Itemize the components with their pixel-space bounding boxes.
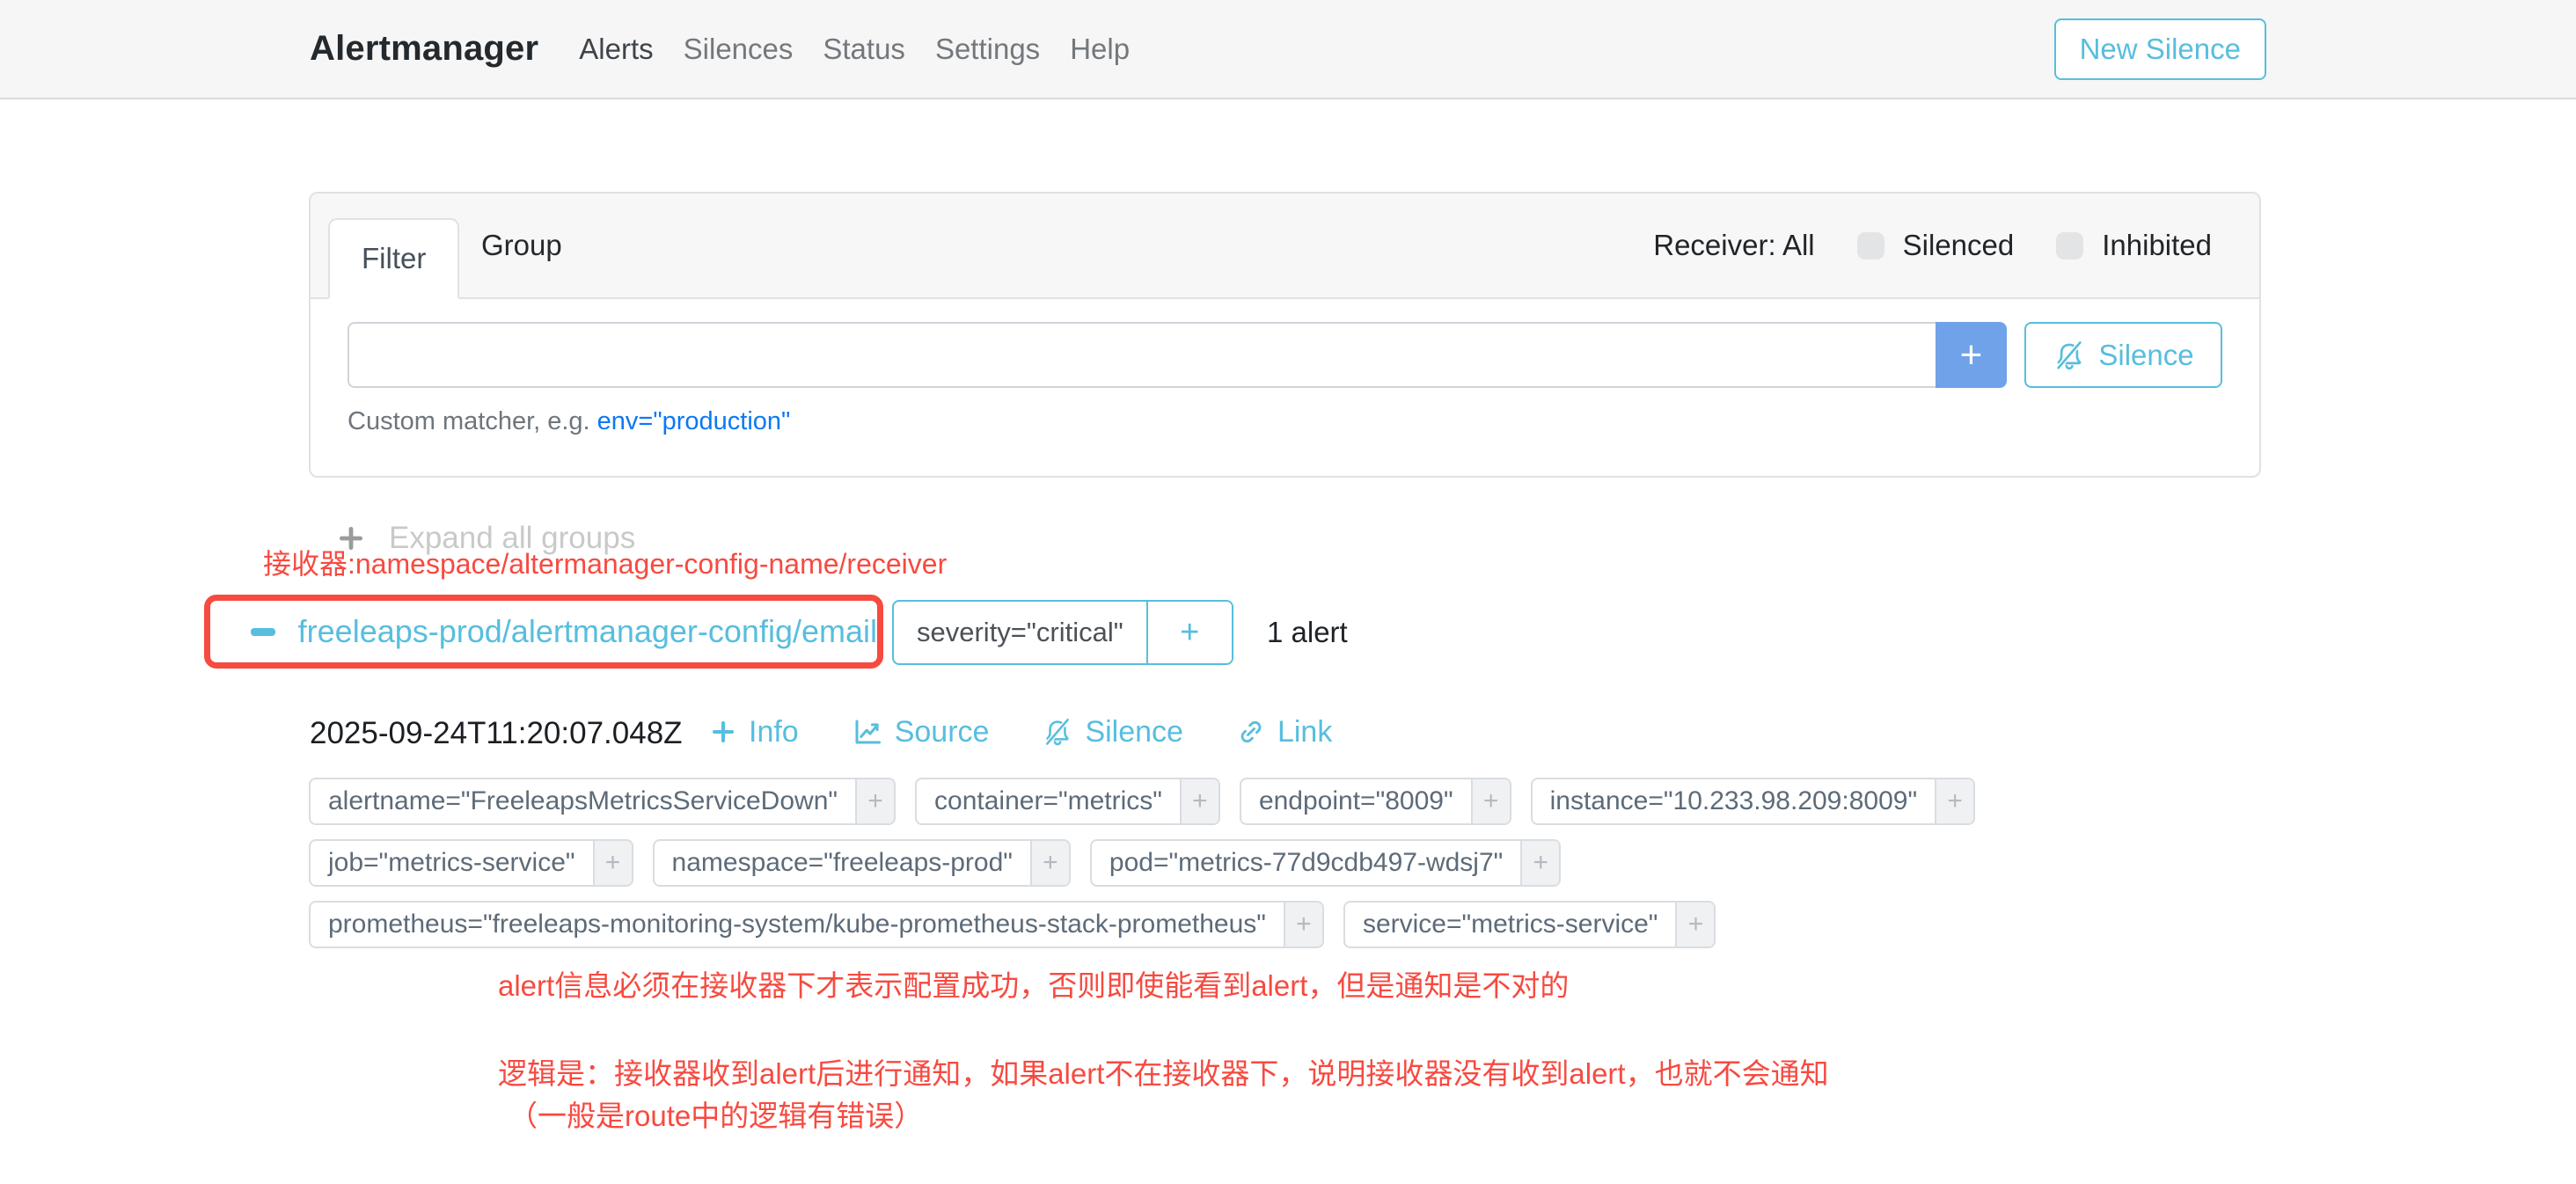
nav-item-settings[interactable]: Settings [935, 33, 1040, 66]
add-matcher-button[interactable]: + [1936, 322, 2007, 388]
filter-header-controls: Receiver: All Silenced Inhibited [1653, 194, 2212, 297]
matcher-input[interactable] [348, 322, 1936, 388]
silence-filter-label: Silence [2098, 339, 2193, 372]
alert-link-label: Link [1277, 715, 1332, 749]
inhibited-checkbox-group[interactable]: Inhibited [2056, 229, 2212, 262]
alert-silence-link[interactable]: Silence [1042, 715, 1183, 749]
alert-label: pod="metrics-77d9cdb497-wdsj7" + [1090, 839, 1561, 887]
alert-label: service="metrics-service" + [1343, 901, 1716, 948]
nav-item-status[interactable]: Status [823, 33, 905, 66]
annotation-alert-note: alert信息必须在接收器下才表示配置成功，否则即使能看到alert，但是通知是… [498, 962, 1569, 1005]
alert-label: job="metrics-service" + [309, 839, 633, 887]
silenced-checkbox[interactable] [1857, 232, 1884, 259]
alert-label: endpoint="8009" + [1240, 778, 1511, 825]
alert-source-label: Source [895, 715, 990, 749]
alert-info-label: Info [749, 715, 799, 749]
add-label-filter-button[interactable]: + [855, 779, 894, 823]
alert-timestamp: 2025-09-24T11:20:07.048Z [310, 716, 683, 751]
alert-label: namespace="freeleaps-prod" + [653, 839, 1071, 887]
receiver-filter-dropdown[interactable]: Receiver: All [1653, 229, 1814, 262]
nav-menu: Alerts Silences Status Settings Help [579, 33, 1130, 66]
plus-icon [709, 718, 737, 746]
alert-label-text: service="metrics-service" [1345, 903, 1676, 946]
silenced-checkbox-group[interactable]: Silenced [1857, 229, 2015, 262]
nav-item-silences[interactable]: Silences [684, 33, 794, 66]
add-label-filter-button[interactable]: + [1180, 779, 1218, 823]
alert-label-text: instance="10.233.98.209:8009" [1533, 779, 1935, 823]
filter-panel-header: Filter Group Receiver: All Silenced Inhi… [311, 194, 2259, 299]
alert-link-link[interactable]: Link [1236, 715, 1332, 749]
alert-silence-label: Silence [1085, 715, 1183, 749]
inhibited-checkbox[interactable] [2056, 232, 2083, 259]
annotation-logic-note: 逻辑是：接收器收到alert后进行通知，如果alert不在接收器下，说明接收器没… [498, 1050, 1829, 1093]
alertmanager-page: Alertmanager Alerts Silences Status Sett… [0, 0, 2576, 1184]
add-label-filter-button[interactable]: + [593, 841, 632, 885]
alert-label-text: namespace="freeleaps-prod" [655, 841, 1030, 885]
alert-label-text: prometheus="freeleaps-monitoring-system/… [311, 903, 1284, 946]
chain-link-icon [1236, 717, 1266, 747]
add-label-filter-button[interactable]: + [1471, 779, 1510, 823]
alert-label-text: endpoint="8009" [1241, 779, 1471, 823]
alert-label-list: alertname="FreeleapsMetricsServiceDown" … [309, 778, 2261, 948]
new-silence-button[interactable]: New Silence [2054, 18, 2266, 80]
matcher-hint: Custom matcher, e.g.env="production" [348, 407, 2222, 436]
nav-item-alerts[interactable]: Alerts [579, 33, 653, 66]
alert-label-text: pod="metrics-77d9cdb497-wdsj7" [1092, 841, 1520, 885]
add-label-filter-button[interactable]: + [1030, 841, 1069, 885]
add-label-filter-button[interactable]: + [1284, 903, 1322, 946]
alert-label-text: container="metrics" [917, 779, 1180, 823]
alert-label-text: job="metrics-service" [311, 841, 593, 885]
app-brand[interactable]: Alertmanager [310, 29, 538, 69]
add-label-filter-button[interactable]: + [1520, 841, 1559, 885]
filter-panel-body: + Silence Custom matcher, e.g.env="produ… [311, 299, 2259, 436]
chart-line-icon [852, 716, 883, 748]
tab-group[interactable]: Group [481, 194, 562, 297]
alert-label: container="metrics" + [915, 778, 1220, 825]
bell-slash-icon [1042, 716, 1073, 748]
filter-panel: Filter Group Receiver: All Silenced Inhi… [309, 192, 2261, 478]
matcher-input-group: + Silence [348, 322, 2222, 388]
alert-label: alertname="FreeleapsMetricsServiceDown" … [309, 778, 896, 825]
add-group-matcher-button[interactable]: + [1146, 602, 1232, 663]
tab-filter[interactable]: Filter [328, 218, 459, 299]
alert-actions: Info Source Silence [709, 709, 1332, 755]
receiver-group-link[interactable]: freeleaps-prod/alertmanager-config/email [298, 613, 877, 650]
bell-slash-icon [2053, 339, 2086, 372]
group-matcher-button-group: severity="critical" + [892, 600, 1233, 665]
group-alert-count: 1 alert [1267, 600, 1348, 665]
top-navbar: Alertmanager Alerts Silences Status Sett… [0, 0, 2576, 99]
alert-source-link[interactable]: Source [852, 715, 990, 749]
annotation-route-note: （一般是route中的逻辑有错误） [509, 1093, 923, 1135]
inhibited-label: Inhibited [2102, 229, 2212, 262]
nav-item-help[interactable]: Help [1070, 33, 1130, 66]
silenced-label: Silenced [1903, 229, 2015, 262]
hint-text: Custom matcher, e.g. [348, 407, 590, 435]
alert-label-text: alertname="FreeleapsMetricsServiceDown" [311, 779, 855, 823]
receiver-group-highlight: freeleaps-prod/alertmanager-config/email [204, 595, 883, 669]
group-matcher-label[interactable]: severity="critical" [894, 602, 1146, 663]
add-label-filter-button[interactable]: + [1675, 903, 1714, 946]
silence-filter-button[interactable]: Silence [2024, 322, 2222, 388]
collapse-group-icon[interactable] [251, 628, 275, 636]
hint-example-link[interactable]: env="production" [597, 407, 791, 435]
alert-label: prometheus="freeleaps-monitoring-system/… [309, 901, 1324, 948]
add-label-filter-button[interactable]: + [1935, 779, 1973, 823]
alert-info-link[interactable]: Info [709, 715, 799, 749]
annotation-receiver-note: 接收器:namespace/altermanager-config-name/r… [263, 542, 947, 582]
alert-label: instance="10.233.98.209:8009" + [1531, 778, 1975, 825]
